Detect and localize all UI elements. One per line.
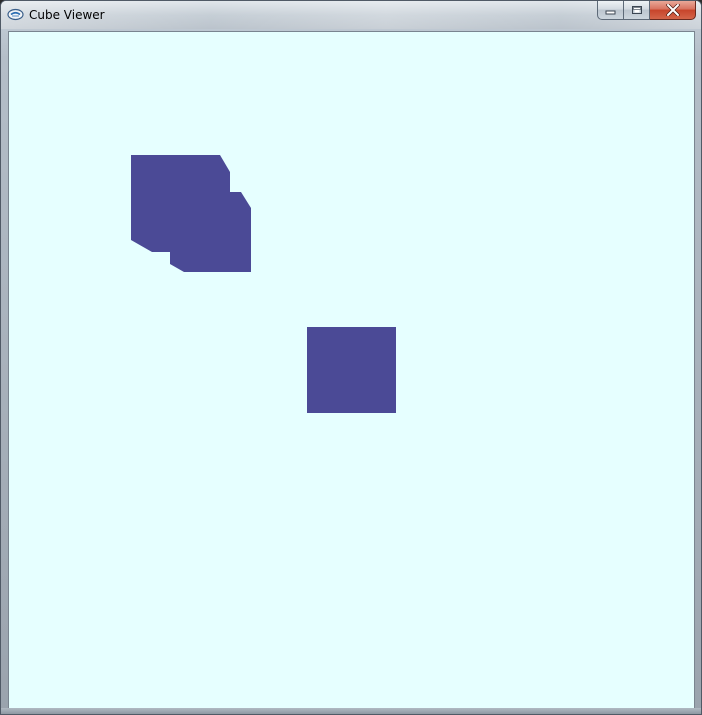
app-icon	[7, 8, 24, 21]
minimize-icon	[605, 10, 616, 14]
application-window: Cube Viewer	[0, 0, 702, 715]
window-title: Cube Viewer	[29, 8, 105, 22]
cube-canvas[interactable]	[9, 32, 694, 708]
close-button[interactable]	[650, 1, 696, 20]
close-icon	[665, 4, 680, 16]
window-bottom-border	[1, 708, 701, 714]
cube-shape-1	[131, 155, 251, 272]
render-viewport[interactable]	[8, 31, 695, 709]
title-bar[interactable]: Cube Viewer	[1, 1, 701, 29]
window-controls	[597, 1, 696, 21]
cube-shape-2	[307, 327, 396, 413]
minimize-button[interactable]	[597, 1, 624, 20]
maximize-icon	[631, 6, 642, 14]
maximize-button[interactable]	[624, 1, 650, 20]
